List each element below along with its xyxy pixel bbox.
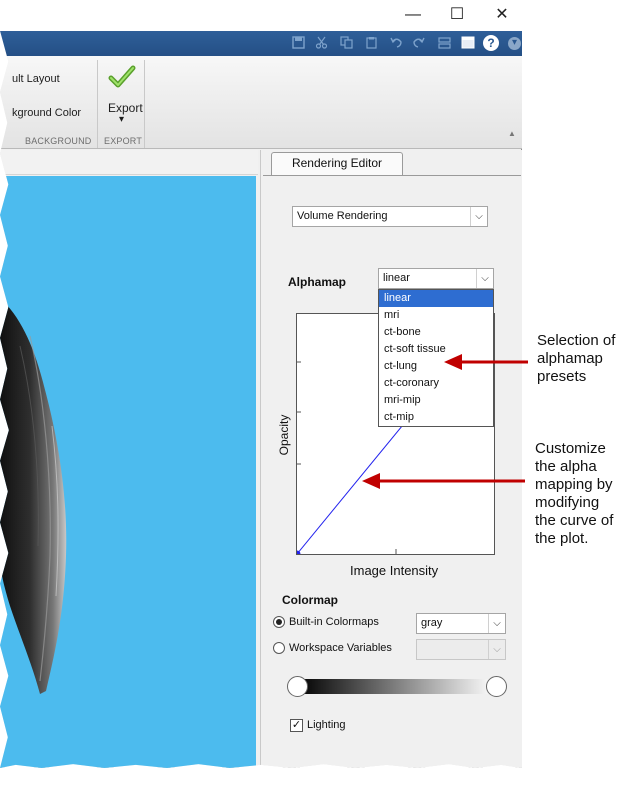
- maximize-button[interactable]: ☐: [442, 2, 472, 28]
- builtin-colormaps-radio[interactable]: [273, 616, 285, 628]
- annotation-line: the curve of: [535, 512, 614, 529]
- alphamap-option[interactable]: ct-mip: [379, 409, 493, 426]
- opacity-axis-label: Opacity: [277, 414, 291, 456]
- ribbon-toolstrip: ult Layout kground Color BACKGROUND Expo…: [0, 56, 522, 149]
- annotation-line: Customize: [535, 440, 606, 457]
- alphamap-option[interactable]: linear: [379, 290, 493, 307]
- copy-icon[interactable]: [339, 36, 354, 51]
- lighting-label: Lighting: [307, 719, 346, 731]
- colormap-max-handle[interactable]: [486, 676, 507, 697]
- lighting-checkbox[interactable]: ✓: [290, 719, 303, 732]
- help-icon[interactable]: ?: [483, 35, 499, 51]
- quick-access-toolbar: ? ▾: [0, 31, 522, 56]
- colormap-min-handle[interactable]: [287, 676, 308, 697]
- ribbon-divider: [97, 60, 98, 148]
- rendering-mode-value: Volume Rendering: [297, 210, 388, 222]
- export-section-label: EXPORT: [104, 136, 143, 146]
- tile-icon[interactable]: [437, 36, 452, 51]
- alphamap-option[interactable]: ct-lung: [379, 358, 493, 375]
- alphamap-option[interactable]: ct-soft tissue: [379, 341, 493, 358]
- workspace-variables-radio[interactable]: [273, 642, 285, 654]
- app-window: — ☐ ✕ ? ▾ ult Layout kground Color BACKG…: [0, 0, 522, 768]
- export-dropdown-arrow[interactable]: ▾: [119, 114, 124, 125]
- title-bar: — ☐ ✕: [0, 0, 522, 31]
- annotation-line: mapping by: [535, 476, 613, 493]
- annotation-line: the alpha: [535, 458, 597, 475]
- undo-icon[interactable]: [389, 36, 404, 51]
- builtin-colormap-value: gray: [421, 617, 443, 629]
- alphamap-label: Alphamap: [288, 275, 347, 289]
- chevron-down-icon: ⌵: [488, 640, 505, 659]
- dropdown-icon[interactable]: ▾: [508, 37, 521, 50]
- tab-rendering-editor[interactable]: Rendering Editor: [271, 152, 403, 175]
- workspace-variable-select[interactable]: ⌵: [416, 639, 506, 660]
- colormap-label: Colormap: [282, 593, 339, 607]
- redo-icon[interactable]: [411, 36, 426, 51]
- annotation-line: Selection of: [537, 332, 616, 349]
- alphamap-option[interactable]: mri: [379, 307, 493, 324]
- volume-view-panel: [0, 150, 258, 768]
- collapse-ribbon-icon[interactable]: ▲: [508, 129, 516, 138]
- cut-icon[interactable]: [314, 36, 329, 51]
- default-layout-button[interactable]: ult Layout: [12, 73, 60, 85]
- background-color-button[interactable]: kground Color: [12, 107, 81, 119]
- alphamap-option[interactable]: mri-mip: [379, 392, 493, 409]
- volume-view-header: [0, 150, 258, 175]
- alphamap-option[interactable]: ct-bone: [379, 324, 493, 341]
- volume-rendering-image: [0, 298, 67, 694]
- presets-annotation: Selection of alphamap presets: [537, 332, 615, 386]
- annotation-line: modifying: [535, 494, 600, 511]
- workspace-variables-label: Workspace Variables: [289, 642, 392, 654]
- volume-viewport[interactable]: [0, 176, 256, 768]
- paste-icon[interactable]: [364, 36, 379, 51]
- annotation-line: alphamap: [537, 350, 603, 367]
- export-button[interactable]: Export: [108, 101, 143, 115]
- minimize-button[interactable]: —: [398, 2, 428, 28]
- alphamap-select[interactable]: linear ⌵: [378, 268, 494, 289]
- rendering-mode-select[interactable]: Volume Rendering ⌵: [292, 206, 488, 227]
- annotation-line: presets: [537, 368, 587, 385]
- alphamap-value: linear: [383, 272, 410, 284]
- background-section-label: BACKGROUND: [25, 136, 92, 146]
- alphamap-dropdown-list: linear mri ct-bone ct-soft tissue ct-lung ct-…: [378, 289, 494, 427]
- checkmark-icon: [108, 64, 136, 90]
- colormap-gradient-bar: [297, 679, 496, 694]
- chevron-down-icon: ⌵: [476, 269, 493, 288]
- close-button[interactable]: ✕: [487, 2, 517, 28]
- ribbon-divider: [144, 60, 145, 148]
- chevron-down-icon: ⌵: [488, 614, 505, 633]
- builtin-colormaps-label: Built-in Colormaps: [289, 616, 379, 628]
- screenshot-stage: — ☐ ✕ ? ▾ ult Layout kground Color BACKG…: [0, 0, 640, 797]
- annotation-line: the plot.: [535, 530, 589, 547]
- window-icon[interactable]: [460, 36, 475, 51]
- builtin-colormap-select[interactable]: gray ⌵: [416, 613, 506, 634]
- chevron-down-icon: ⌵: [470, 207, 487, 226]
- save-icon[interactable]: [291, 36, 306, 51]
- curve-annotation: Customize the alpha mapping by modifying the…: [535, 440, 613, 548]
- image-intensity-axis-label: Image Intensity: [350, 563, 439, 578]
- alphamap-option[interactable]: ct-coronary: [379, 375, 493, 392]
